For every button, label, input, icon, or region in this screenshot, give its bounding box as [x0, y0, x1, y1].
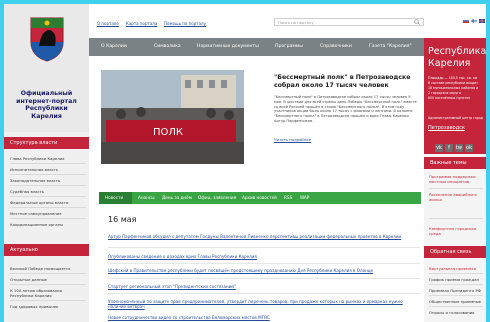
republic-title-line: Республика	[428, 46, 486, 57]
divider	[108, 278, 420, 279]
divider	[429, 273, 483, 274]
site-title-line: Официальный	[20, 90, 73, 97]
top-link-sitemap[interactable]: Карта портала	[126, 21, 157, 26]
nav-symbols[interactable]: Символика	[154, 38, 181, 56]
feed-date: 16 мая	[108, 215, 137, 224]
divider	[10, 174, 86, 175]
republic-fact: 2 городских округа	[428, 91, 461, 95]
left-item-victory[interactable]: Великой Победе посвящается	[10, 266, 86, 271]
tab-news[interactable]: Новости	[105, 192, 123, 204]
right-item-virtual[interactable]: Виртуальная приемная	[429, 266, 484, 271]
nav-about-karelia[interactable]: О Карелии	[101, 38, 127, 56]
banner-text: ПОЛК	[153, 127, 183, 138]
tab-announcements[interactable]: Анонсы	[138, 192, 155, 204]
left-item-coordination[interactable]: Координационные органы	[10, 222, 86, 227]
search-input[interactable]: Поиск по порталу	[274, 18, 424, 26]
site-title-line: Карелия	[31, 112, 62, 120]
republic-title[interactable]: Республика Карелия	[428, 46, 486, 70]
vk-icon[interactable]: vk	[435, 144, 443, 152]
tab-official[interactable]: Офиц. заявления	[198, 192, 236, 204]
flag-en-icon[interactable]	[479, 19, 485, 23]
nav-newspaper[interactable]: Газета "Карелия"	[369, 38, 412, 56]
divider	[429, 306, 483, 307]
capital-label: Административный центр город	[428, 116, 484, 120]
divider	[10, 284, 86, 285]
right-item-initiatives[interactable]: Программа поддержки местных инициатив	[429, 174, 484, 184]
read-more-link[interactable]: Читать подробнее	[274, 137, 311, 142]
divider	[10, 207, 86, 208]
search-icon[interactable]	[414, 19, 420, 25]
right-item-public[interactable]: Общественные приемные	[429, 299, 484, 304]
divider	[429, 295, 483, 296]
logo-area[interactable]: Официальный интернет-портал Республики К…	[4, 4, 89, 132]
republic-fact: 600 населённых пунктов	[428, 96, 471, 100]
featured-body: "Бессмертный полк" в Петрозаводске собра…	[274, 95, 417, 123]
ok-icon[interactable]: ok	[465, 144, 473, 152]
page: Официальный интернет-портал Республики К…	[4, 4, 486, 322]
coat-of-arms-icon	[30, 17, 64, 62]
facebook-icon[interactable]: f	[445, 144, 453, 152]
top-link-help[interactable]: Помощь по порталу	[164, 21, 206, 26]
right-item-housing[interactable]: Расселение аварийного жилья	[429, 192, 484, 202]
feed-item[interactable]: Опубликованы сведения о доходах врио Гла…	[108, 254, 420, 259]
important-heading[interactable]: Важные темы	[424, 157, 486, 169]
tab-archive[interactable]: Архив новостей	[242, 192, 277, 204]
divider	[10, 300, 86, 301]
republic-fact: В составе республики входит	[428, 81, 478, 85]
right-item-urban[interactable]: Комфортная городская среда	[429, 226, 484, 236]
republic-fact: Площадь — 180,5 тыс. кв. км	[428, 76, 478, 80]
featured-title[interactable]: "Бессмертный полк" в Петрозаводске собра…	[274, 74, 419, 89]
left-item-open-data[interactable]: Открытые данные	[10, 277, 86, 282]
feed-item[interactable]: Стартует региональный этап "Президентски…	[108, 284, 420, 289]
twitter-icon[interactable]: tw	[455, 144, 463, 152]
divider	[10, 163, 86, 164]
left-item-legislative[interactable]: Законодательная власть	[10, 178, 86, 183]
divider	[10, 218, 86, 219]
right-item-schedule[interactable]: График приема граждан	[429, 277, 484, 282]
feed-item[interactable]: Уполномоченный по защите прав предприним…	[108, 299, 420, 309]
actual-heading[interactable]: Актуально	[4, 244, 89, 256]
capital-link[interactable]: Петрозаводск	[428, 125, 484, 131]
feedback-heading[interactable]: Обратная связь	[424, 246, 486, 258]
divider	[429, 188, 483, 189]
featured-photo[interactable]: ПОЛК	[101, 70, 244, 164]
left-item-federal[interactable]: Федеральные органы власти	[10, 200, 86, 205]
feed-item[interactable]: Артур Парфенчиков обсудил с депутатом Го…	[108, 234, 420, 239]
nav-documents[interactable]: Нормативные документы	[197, 38, 259, 56]
nav-directories[interactable]: Справочники	[320, 38, 352, 56]
divider	[10, 185, 86, 186]
left-item-head[interactable]: Глава Республики Карелия	[10, 156, 86, 161]
republic-fact: 18 муниципальных районов и	[428, 86, 479, 90]
divider	[108, 247, 420, 248]
tab-wap[interactable]: WAP	[300, 192, 309, 204]
feed-item[interactable]: Новое сотрудничество видео со строительс…	[108, 315, 420, 320]
tab-rss[interactable]: RSS	[284, 192, 292, 204]
tab-day-by-day[interactable]: День за днём	[162, 192, 192, 204]
divider	[10, 273, 86, 274]
republic-title-line: Карелия	[428, 58, 471, 69]
site-title-line: интернет-портал	[16, 97, 77, 105]
divider	[108, 263, 420, 264]
structure-heading[interactable]: Структура власти	[4, 137, 89, 149]
feed-item[interactable]: Шефский в Правительстве республики будет…	[108, 268, 420, 273]
divider	[108, 293, 420, 294]
left-item-local[interactable]: Местное самоуправление	[10, 211, 86, 216]
left-item-judicial[interactable]: Судебная власть	[10, 189, 86, 194]
left-item-centenary[interactable]: К 100-летию образования Республики Карел…	[10, 288, 86, 298]
divider	[10, 196, 86, 197]
flag-fi-icon[interactable]	[471, 19, 477, 23]
left-item-executive[interactable]: Исполнительная власть	[10, 167, 86, 172]
site-title-line: Республики	[25, 105, 68, 112]
divider	[429, 218, 483, 219]
right-item-president[interactable]: Приемная Президента РФ	[429, 288, 484, 293]
site-title: Официальный интернет-портал Республики К…	[6, 90, 87, 120]
top-link-about[interactable]: О портале	[97, 21, 119, 26]
right-item-polls[interactable]: Опросы и голосования	[429, 310, 484, 315]
divider	[429, 284, 483, 285]
nav-programs[interactable]: Программы	[275, 38, 303, 56]
flag-ru-icon[interactable]	[463, 19, 469, 23]
left-item-healthy[interactable]: Год здоровых привычек	[10, 304, 86, 309]
